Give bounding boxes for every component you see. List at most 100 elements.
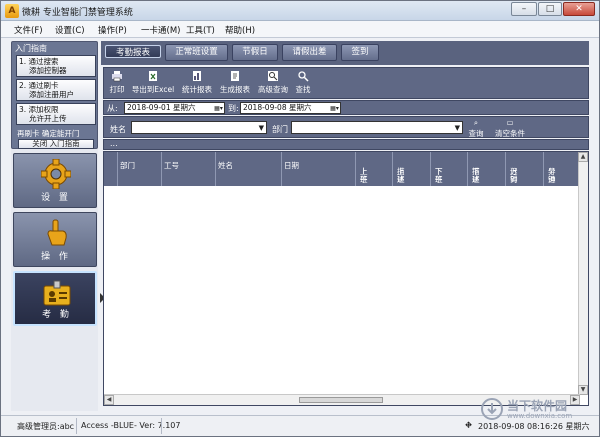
report-toolbar: 打印 导出到Excel 统计报表 生成报表 高级查询 查找 xyxy=(103,67,589,99)
guide-step-3-line1: 3. 添加权限 xyxy=(19,105,59,114)
col-header-pm-offduty-l2: 下班 xyxy=(435,167,443,184)
status-divider xyxy=(161,418,162,434)
nav-attendance-button[interactable]: 考 勤 xyxy=(13,271,97,326)
date-range-row: 从: 2018-09-01 星期六 ▦▾ 到: 2018-09-08 星期六 ▦… xyxy=(103,100,589,115)
connection-icon: ⛖ xyxy=(465,421,473,431)
find-button[interactable]: 查找 xyxy=(294,70,312,95)
name-label: 姓名 xyxy=(110,125,126,134)
close-button[interactable]: ✕ xyxy=(563,2,595,16)
col-header-name[interactable]: 姓名 xyxy=(216,152,282,186)
nav-attendance-label: 考 勤 xyxy=(42,310,72,320)
menu-operation[interactable]: 操作(P) xyxy=(98,24,127,36)
guide-step-1-line1: 1. 通过搜索 xyxy=(19,57,59,66)
nav-settings-button[interactable]: 设 置 xyxy=(13,153,97,208)
eraser-icon: ▭ xyxy=(506,118,514,127)
guide-step-2-line2: 添加注册用户 xyxy=(29,90,74,99)
tab-leave-trip[interactable]: 请假出差 xyxy=(282,44,337,61)
guide-step-2-line1: 2. 通过刷卡 xyxy=(19,81,59,90)
vertical-scrollbar[interactable]: ▲ ▼ xyxy=(578,152,588,395)
app-logo-icon: A xyxy=(5,4,19,18)
menu-file[interactable]: 文件(F) xyxy=(14,24,43,36)
col-header-pm-offduty[interactable]: 下午 下班 xyxy=(431,152,468,186)
guide-step-1-button[interactable]: 1. 通过搜索 添加控制器 xyxy=(16,55,96,77)
advanced-search-icon xyxy=(268,71,278,81)
query-button[interactable]: ⌕ 查询 xyxy=(466,118,486,139)
to-date-picker[interactable]: 2018-09-08 星期六 ▦▾ xyxy=(240,102,341,114)
watermark-logo: 当下软件园 www.downxia.com xyxy=(481,396,591,426)
tab-attendance-report[interactable]: 考勤报表 xyxy=(105,45,161,58)
menu-help[interactable]: 帮助(H) xyxy=(225,24,255,36)
calendar-dropdown-icon[interactable]: ▦▾ xyxy=(330,104,339,113)
gear-icon xyxy=(41,159,71,189)
stats-report-button[interactable]: 统计报表 xyxy=(181,70,213,95)
window-title: 微耕 专业智能门禁管理系统 xyxy=(22,8,133,18)
col-header-department-text: 部门 xyxy=(120,161,135,170)
watermark-url: www.downxia.com xyxy=(507,412,573,420)
title-bar: A 微耕 专业智能门禁管理系统 – □ ✕ xyxy=(1,1,599,21)
grid-header: 部门 工号 姓名 日期 上午 上班 上班 描述 下午 下班 下班 描述 迟到 分钟 早退分… xyxy=(104,152,580,186)
search-icon: ⌕ xyxy=(473,118,479,127)
horizontal-scroll-thumb[interactable] xyxy=(299,397,383,403)
col-header-onduty-desc[interactable]: 上班 描述 xyxy=(393,152,431,186)
chevron-down-icon: ▼ xyxy=(454,124,460,132)
name-select[interactable]: ▼ xyxy=(131,121,267,134)
tab-bar: 考勤报表 正常班设置 节假日 请假出差 签到 xyxy=(101,41,589,65)
calendar-dropdown-icon[interactable]: ▦▾ xyxy=(214,104,223,113)
col-header-name-text: 姓名 xyxy=(218,161,233,170)
from-date-picker[interactable]: 2018-09-01 星期六 ▦▾ xyxy=(124,102,225,114)
col-header-am-onduty[interactable]: 上午 上班 xyxy=(356,152,393,186)
excel-icon xyxy=(149,71,157,81)
tab-sign-in[interactable]: 签到 xyxy=(341,44,379,61)
col-header-date-text: 日期 xyxy=(284,161,299,170)
ellipsis-row: ... xyxy=(103,139,589,150)
guide-step-1-line2: 添加控制器 xyxy=(29,66,67,75)
print-button[interactable]: 打印 xyxy=(108,70,126,95)
app-window: A 微耕 专业智能门禁管理系统 – □ ✕ 文件(F) 设置(C) 操作(P) … xyxy=(0,0,600,437)
menu-settings[interactable]: 设置(C) xyxy=(55,24,85,36)
col-header-department[interactable]: 部门 xyxy=(118,152,162,186)
query-label: 查询 xyxy=(468,129,484,138)
getting-started-guide: 入门指南 1. 通过搜索 添加控制器 2. 通过刷卡 添加注册用户 3. 添加权… xyxy=(11,41,98,149)
department-select[interactable]: ▼ xyxy=(291,121,463,134)
col-header-date[interactable]: 日期 xyxy=(282,152,356,186)
col-header-offduty-desc[interactable]: 下班 描述 xyxy=(468,152,506,186)
id-card-icon xyxy=(43,280,71,306)
advanced-search-button[interactable]: 高级查询 xyxy=(256,70,290,95)
col-header-early-minutes[interactable]: 早退 分钟 xyxy=(544,152,580,186)
col-header-staff-no-text: 工号 xyxy=(164,161,179,170)
attendance-grid[interactable]: 部门 工号 姓名 日期 上午 上班 上班 描述 下午 下班 下班 描述 迟到 分钟 早退分… xyxy=(103,151,589,406)
menu-bar: 文件(F) 设置(C) 操作(P) 一卡通(M) 工具(T) 帮助(H) xyxy=(1,21,599,38)
nav-operation-label: 操 作 xyxy=(41,252,71,262)
find-label: 查找 xyxy=(295,85,311,94)
col-header-onduty-desc-l2: 描述 xyxy=(397,167,405,184)
col-header-late-minutes[interactable]: 迟到 分钟 xyxy=(506,152,544,186)
status-db-version: Access -BLUE- Ver: 7.107 xyxy=(81,421,181,430)
status-divider xyxy=(76,418,77,434)
menu-onecard[interactable]: 一卡通(M) xyxy=(141,24,180,36)
close-guide-button[interactable]: 关闭 入门指南 xyxy=(18,139,94,149)
menu-tools[interactable]: 工具(T) xyxy=(186,24,215,36)
nav-operation-button[interactable]: 操 作 xyxy=(13,212,97,267)
guide-step-3-line2: 允许开上传 xyxy=(29,114,67,123)
minimize-button[interactable]: – xyxy=(511,2,537,16)
scroll-left-icon[interactable]: ◀ xyxy=(104,395,114,405)
nav-settings-label: 设 置 xyxy=(41,193,71,203)
filter-row: 姓名 ▼ 部门 ▼ ⌕ 查询 ▭ 清空条件 xyxy=(103,116,589,138)
col-header-staff-no[interactable]: 工号 xyxy=(162,152,216,186)
attendance-panel: 考勤报表 正常班设置 节假日 请假出差 签到 打印 导出到Excel 统计报表 … xyxy=(101,41,589,413)
guide-step-2-button[interactable]: 2. 通过刷卡 添加注册用户 xyxy=(16,79,96,101)
tab-holidays[interactable]: 节假日 xyxy=(232,44,278,61)
col-header-am-onduty-l2: 上班 xyxy=(360,167,368,184)
guide-hint: 再刷卡 确定能开门 xyxy=(17,129,80,138)
export-excel-button[interactable]: 导出到Excel xyxy=(131,70,175,95)
guide-step-3-button[interactable]: 3. 添加权限 允许开上传 xyxy=(16,103,96,125)
department-label: 部门 xyxy=(272,125,288,134)
from-date-value: 2018-09-01 星期六 xyxy=(127,103,196,112)
generate-icon xyxy=(231,71,239,81)
tab-regular-shift[interactable]: 正常班设置 xyxy=(165,44,228,61)
generate-report-button[interactable]: 生成报表 xyxy=(219,70,251,95)
scroll-up-icon[interactable]: ▲ xyxy=(578,152,588,162)
advanced-search-label: 高级查询 xyxy=(258,85,288,94)
maximize-button[interactable]: □ xyxy=(538,2,562,16)
clear-conditions-button[interactable]: ▭ 清空条件 xyxy=(492,118,528,139)
